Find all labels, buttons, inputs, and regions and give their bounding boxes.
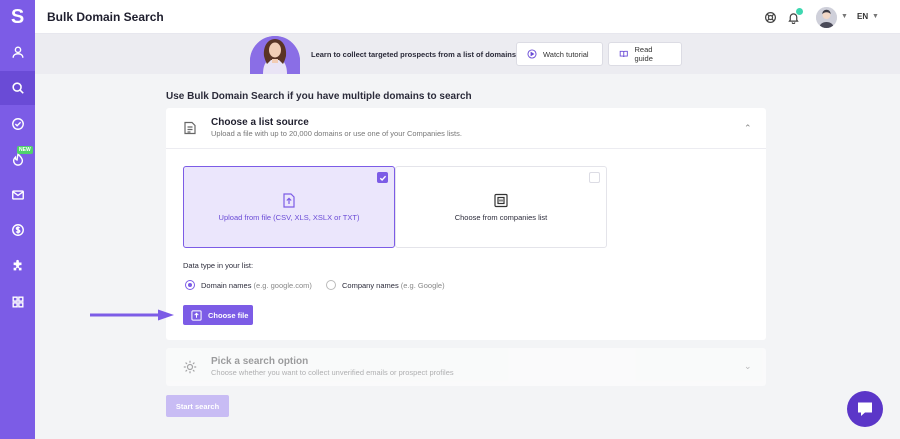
domain-names-hint: (e.g. google.com)	[253, 281, 312, 290]
company-names-radio[interactable]	[326, 280, 336, 290]
start-search-button[interactable]: Start search	[166, 395, 229, 417]
watch-tutorial-button[interactable]: Watch tutorial	[516, 42, 603, 66]
sidebar-item-search[interactable]	[0, 71, 35, 105]
tutorial-banner: Learn to collect targeted prospects from…	[35, 34, 900, 74]
sidebar-item-apps[interactable]	[0, 285, 35, 319]
avatar[interactable]	[816, 7, 837, 28]
check-icon	[379, 175, 386, 181]
choose-file-label: Choose file	[208, 310, 249, 320]
upload-option-label: Upload from file (CSV, XLS, XSLX or TXT)	[218, 213, 360, 222]
data-type-label: Data type in your list:	[183, 261, 254, 270]
new-badge: NEW	[17, 146, 33, 154]
upload-icon	[191, 309, 202, 321]
pointer-arrow-icon	[90, 309, 174, 321]
document-list-icon	[184, 121, 196, 135]
sidebar-item-verifier[interactable]	[0, 107, 35, 141]
step-title: Choose a list source	[211, 117, 309, 128]
top-header: Bulk Domain Search ▼ EN ▼	[35, 0, 900, 34]
companies-option-label: Choose from companies list	[454, 213, 548, 222]
lifebuoy-icon	[764, 11, 776, 23]
chevron-down-icon[interactable]: ▼	[841, 13, 848, 20]
page-title: Bulk Domain Search	[47, 10, 164, 24]
chat-widget-button[interactable]	[847, 391, 883, 427]
sidebar-item-new-feature[interactable]: NEW	[0, 142, 35, 176]
search-option-card[interactable]: Pick a search option Choose whether you …	[166, 348, 766, 386]
company-list-icon	[494, 193, 508, 208]
upload-option-checkbox[interactable]	[377, 172, 388, 183]
company-names-label: Company names	[342, 281, 399, 290]
domain-names-option[interactable]: Domain names (e.g. google.com)	[201, 281, 312, 290]
notification-dot	[796, 8, 803, 15]
play-circle-icon	[527, 49, 537, 59]
search-icon	[11, 82, 24, 94]
upload-from-file-option[interactable]: Upload from file (CSV, XLS, XSLX or TXT)	[183, 166, 395, 248]
read-guide-label: Read guide	[634, 45, 653, 63]
puzzle-icon	[13, 259, 21, 271]
book-icon	[619, 50, 628, 58]
domain-names-radio[interactable]	[185, 280, 195, 290]
chevron-down-icon[interactable]: ⌄	[744, 361, 752, 372]
section-title: Use Bulk Domain Search if you have multi…	[166, 91, 472, 102]
support-button[interactable]	[763, 10, 777, 24]
sidebar: S NEW	[0, 0, 35, 439]
read-guide-button[interactable]: Read guide	[608, 42, 682, 66]
sidebar-item-integrations[interactable]	[0, 249, 35, 283]
file-upload-icon	[283, 193, 295, 208]
sidebar-item-profile[interactable]	[0, 35, 35, 69]
language-selector[interactable]: EN	[857, 12, 868, 21]
step-title: Pick a search option	[211, 356, 309, 367]
chevron-down-icon[interactable]: ▼	[872, 13, 879, 20]
company-names-hint: (e.g. Google)	[400, 281, 445, 290]
chat-bubble-icon	[858, 402, 872, 416]
app-logo[interactable]: S	[0, 0, 35, 34]
step-subtitle: Choose whether you want to collect unver…	[211, 368, 454, 377]
step-subtitle: Upload a file with up to 20,000 domains …	[211, 129, 462, 138]
company-names-option[interactable]: Company names (e.g. Google)	[342, 281, 445, 290]
list-source-card: Choose a list source Upload a file with …	[166, 108, 766, 340]
choose-file-button[interactable]: Choose file	[183, 305, 253, 325]
watch-tutorial-label: Watch tutorial	[543, 49, 589, 59]
gear-icon	[183, 360, 197, 374]
divider	[166, 148, 766, 149]
user-avatar-icon	[816, 7, 837, 28]
companies-list-option[interactable]: Choose from companies list	[395, 166, 607, 248]
grid-icon	[11, 296, 24, 308]
sidebar-item-billing[interactable]	[0, 213, 35, 247]
presenter-illustration	[250, 36, 300, 74]
companies-option-checkbox[interactable]	[589, 172, 600, 183]
domain-names-label: Domain names	[201, 281, 252, 290]
banner-text: Learn to collect targeted prospects from…	[311, 50, 517, 59]
sidebar-item-campaigns[interactable]	[0, 178, 35, 212]
chevron-up-icon[interactable]: ⌃	[744, 123, 752, 134]
user-icon	[11, 46, 24, 58]
flame-icon	[12, 152, 23, 166]
dollar-icon	[11, 224, 24, 236]
notifications-button[interactable]	[786, 8, 803, 24]
mail-icon	[11, 190, 24, 200]
check-circle-icon	[11, 118, 24, 130]
